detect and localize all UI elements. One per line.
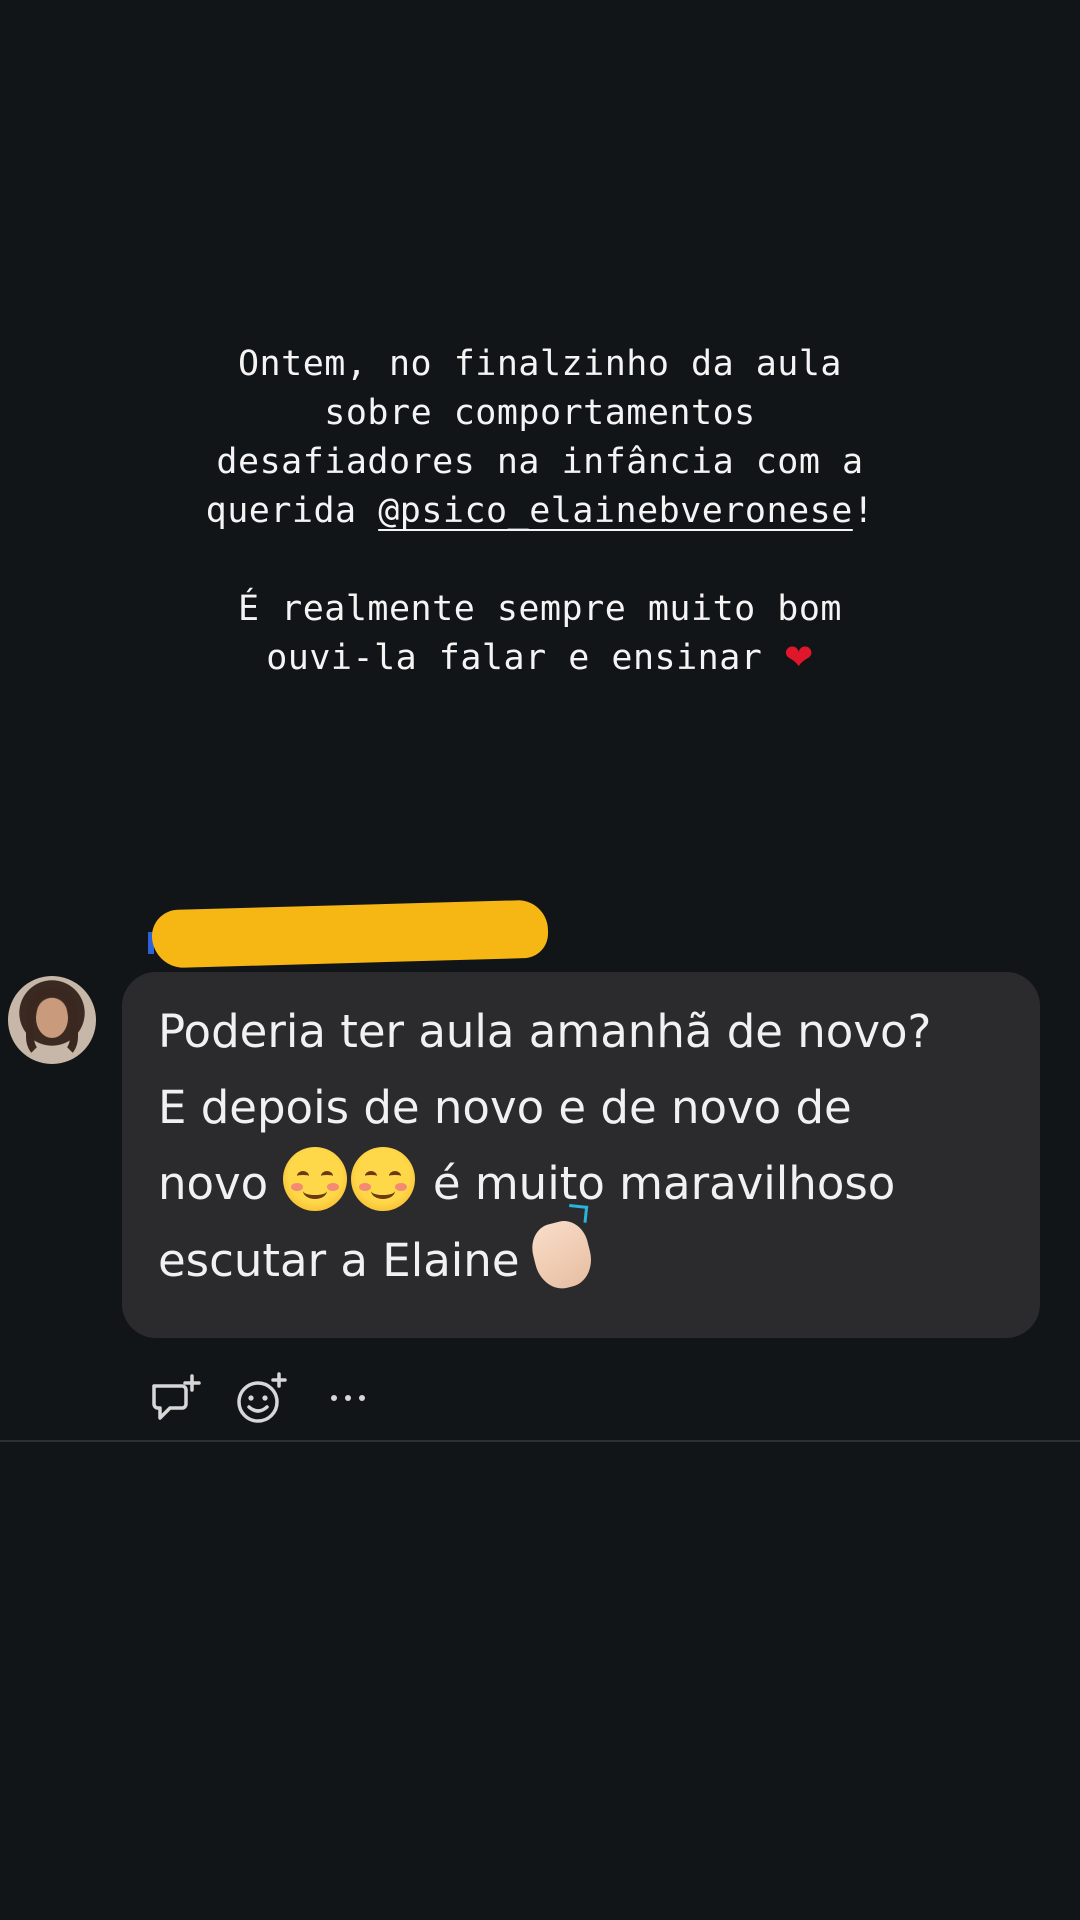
username-redaction — [151, 899, 549, 969]
clapping-hands-icon — [526, 1203, 597, 1294]
more-options-button[interactable] — [320, 1370, 376, 1426]
mention-suffix: ! — [852, 491, 875, 531]
smiling-face-icon — [350, 1147, 415, 1211]
comment-line: E depois de novo e de novo de — [158, 1081, 852, 1134]
emoji-plus-icon — [237, 1372, 287, 1423]
smiling-face-icon — [282, 1147, 347, 1211]
mention-link[interactable]: @psico_elainebveronese — [378, 491, 853, 531]
avatar-face — [36, 998, 68, 1038]
react-button[interactable] — [234, 1370, 290, 1426]
caption-line: Ontem, no finalzinho da aula — [237, 344, 842, 384]
comment-bubble: Poderia ter aula amanhã de novo? E depoi… — [122, 972, 1040, 1338]
ellipsis-icon — [331, 1395, 365, 1401]
divider — [0, 1440, 1080, 1442]
avatar[interactable] — [8, 976, 96, 1064]
caption-line: ouvi-la falar e ensinar — [266, 638, 763, 678]
comment-line: Poderia ter aula amanhã de novo? — [158, 1005, 932, 1058]
comment-plus-icon — [152, 1374, 201, 1420]
caption-line-heart: ouvi-la falar e ensinar ❤ — [60, 634, 1020, 683]
reply-button[interactable] — [148, 1370, 204, 1426]
caption-line-mention: querida @psico_elainebveronese! — [60, 487, 1020, 536]
comment-line: é muito maravilhoso — [432, 1157, 896, 1210]
heart-icon: ❤ — [783, 638, 814, 678]
caption-prefix: querida — [205, 491, 379, 531]
comment-actions — [148, 1370, 376, 1426]
caption-line: sobre comportamentos — [324, 393, 756, 433]
comment-line: novo — [158, 1157, 269, 1210]
comment-line: escutar a Elaine — [158, 1234, 520, 1287]
caption-line: desafiadores na infância com a — [216, 442, 864, 482]
caption-line: É realmente sempre muito bom — [237, 589, 842, 629]
story-caption: Ontem, no finalzinho da aula sobre compo… — [60, 340, 1020, 683]
comment-text: Poderia ter aula amanhã de novo? E depoi… — [158, 994, 1004, 1299]
